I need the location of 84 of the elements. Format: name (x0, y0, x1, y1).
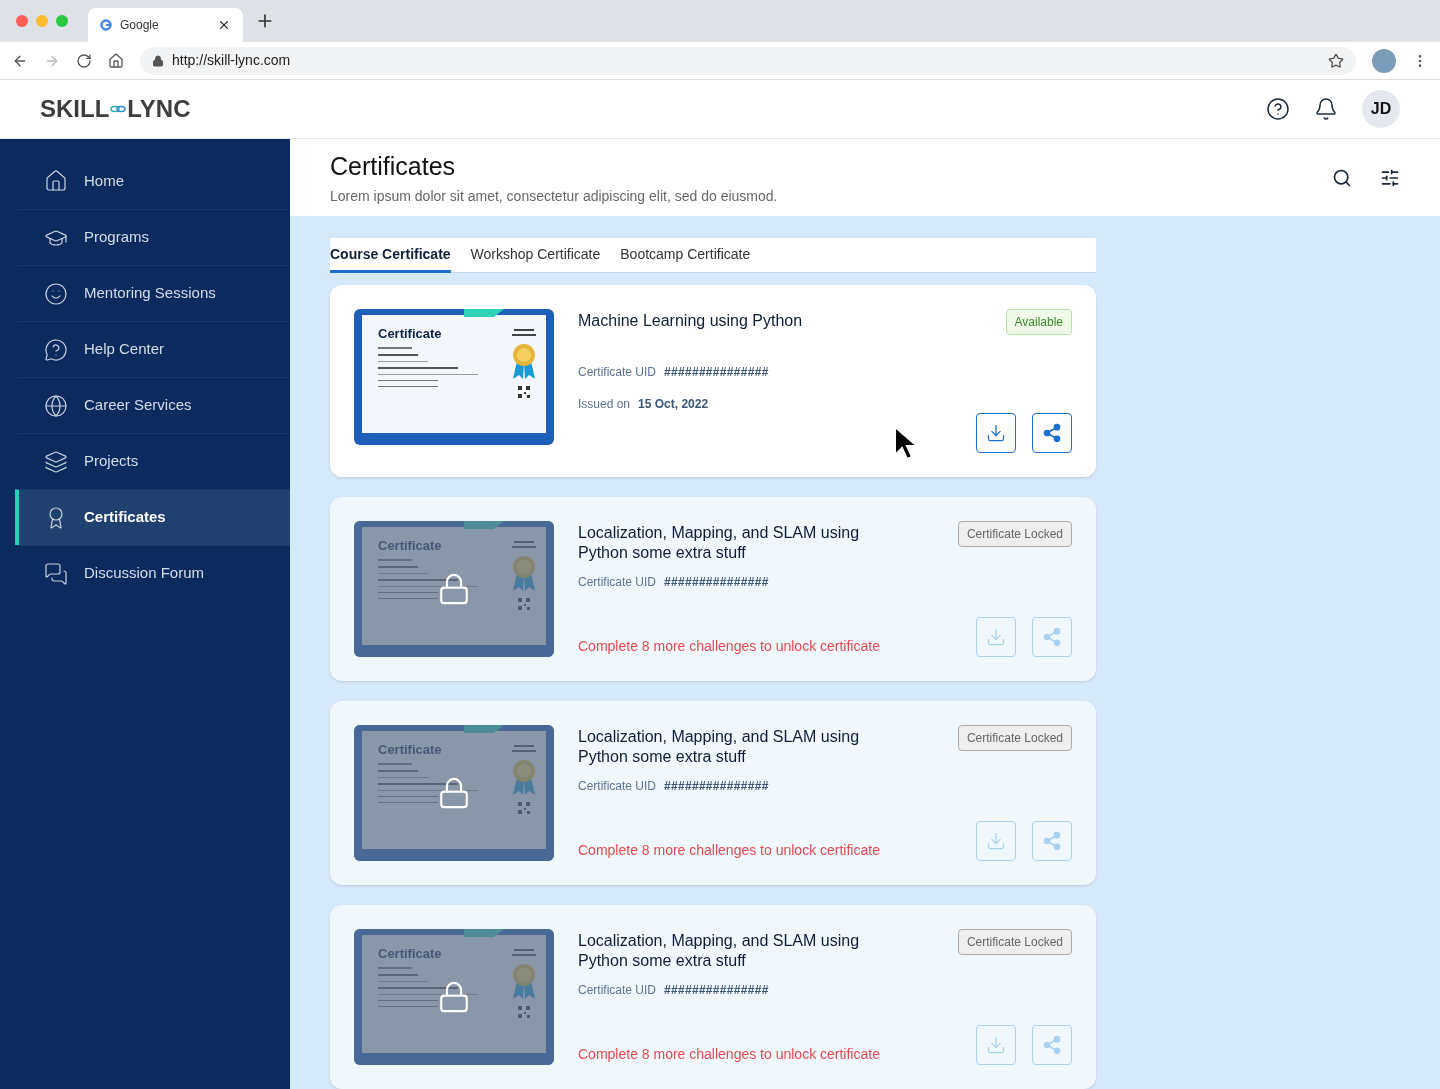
url-text: http://skill-lync.com (172, 51, 292, 70)
sidebar-item-icon (44, 281, 68, 306)
sidebar-item-label: Projects (84, 451, 139, 472)
bookmark-star-icon[interactable] (1328, 52, 1344, 69)
unlock-hint: Complete 8 more challenges to unlock certificate (578, 637, 880, 656)
sidebar-item-label: Certificates (84, 507, 166, 528)
page-title: Certificates (330, 151, 457, 183)
issued-label: Issued on (578, 396, 631, 413)
certificate-tab[interactable]: Course Certificate (330, 238, 451, 273)
sidebar-item-icon (44, 393, 68, 418)
uid-value: ############### (664, 574, 769, 591)
close-icon[interactable] (217, 18, 231, 32)
sidebar-item-label: Career Services (84, 395, 192, 416)
tab-title: Google (120, 17, 160, 34)
certificate-title: Localization, Mapping, and SLAM using Python some extra stuff (578, 727, 861, 767)
uid-label: Certificate UID (578, 778, 657, 795)
download-button[interactable] (976, 413, 1016, 453)
certificate-title: Localization, Mapping, and SLAM using Python some extra stuff (578, 523, 861, 563)
share-icon (1042, 423, 1062, 443)
status-badge: Certificate Locked (957, 725, 1072, 751)
sidebar-item-label: Help Center (84, 339, 165, 360)
status-badge: Certificate Locked (957, 929, 1072, 955)
brand-lines-icon (512, 329, 536, 337)
sidebar-item[interactable]: Discussion Forum (15, 545, 290, 601)
lock-icon (437, 572, 471, 606)
download-icon (986, 627, 1006, 647)
sidebar-item[interactable]: Career Services (15, 377, 290, 433)
certificate-heading: Certificate (378, 539, 443, 552)
help-icon[interactable] (1266, 97, 1290, 121)
reload-icon[interactable] (76, 52, 92, 69)
notification-bell-icon[interactable] (1314, 97, 1338, 121)
lock-icon (152, 54, 164, 67)
qr-code-icon (517, 385, 531, 399)
sidebar-item-label: Mentoring Sessions (84, 283, 216, 304)
sidebar-item[interactable]: Certificates (15, 489, 290, 545)
corner-stripe-icon (464, 309, 504, 317)
uid-label: Certificate UID (578, 364, 657, 381)
sidebar-item[interactable]: Help Center (15, 321, 290, 377)
browser-tab[interactable]: Google (88, 8, 243, 42)
download-icon (986, 423, 1006, 443)
logo[interactable]: SKILL LYNC (40, 91, 191, 127)
home-icon[interactable] (108, 52, 124, 69)
certificate-heading: Certificate (378, 947, 443, 960)
sidebar-item[interactable]: Home (15, 153, 290, 209)
sidebar-item-icon (44, 169, 68, 193)
lock-icon (437, 980, 471, 1014)
status-badge: Certificate Locked (957, 521, 1072, 547)
filter-icon[interactable] (1380, 167, 1400, 188)
sidebar-item[interactable]: Mentoring Sessions (15, 265, 290, 321)
user-avatar[interactable]: JD (1362, 90, 1400, 128)
share-icon (1042, 1035, 1062, 1055)
status-badge: Available (1005, 309, 1072, 335)
sidebar-item-label: Programs (84, 227, 150, 248)
certificate-heading: Certificate (378, 327, 443, 340)
certificate-tab[interactable]: Bootcamp Certificate (620, 238, 751, 273)
sidebar-item-icon (44, 449, 68, 474)
lock-icon (437, 776, 471, 810)
uid-label: Certificate UID (578, 574, 657, 591)
share-button[interactable] (1032, 413, 1072, 453)
sidebar-item-icon (44, 337, 68, 362)
sidebar-item[interactable]: Programs (15, 209, 290, 265)
certificate-title: Machine Learning using Python (578, 311, 803, 331)
sidebar-item-label: Home (84, 170, 124, 191)
certificate-tab[interactable]: Workshop Certificate (470, 238, 601, 273)
uid-value: ############### (664, 982, 769, 999)
g-logo-icon (100, 19, 112, 31)
download-icon (986, 831, 1006, 851)
certificate-title: Localization, Mapping, and SLAM using Python some extra stuff (578, 931, 861, 971)
page-subtitle: Lorem ipsum dolor sit amet, consectetur adipiscing elit, sed do eiusmod. (330, 186, 779, 206)
issued-date: 15 Oct, 2022 (638, 396, 709, 413)
profile-avatar[interactable] (1372, 48, 1396, 73)
uid-value: ############### (664, 364, 769, 381)
unlock-hint: Complete 8 more challenges to unlock certificate (578, 841, 880, 860)
unlock-hint: Complete 8 more challenges to unlock certificate (578, 1045, 880, 1064)
download-icon (986, 1035, 1006, 1055)
address-bar[interactable]: http://skill-lync.com (140, 46, 1356, 75)
sidebar-item-label: Discussion Forum (84, 563, 205, 584)
share-icon (1042, 627, 1062, 647)
share-icon (1042, 831, 1062, 851)
certificate-heading: Certificate (378, 743, 443, 756)
uid-label: Certificate UID (578, 982, 657, 999)
sidebar-item-icon (44, 561, 68, 586)
search-icon[interactable] (1332, 167, 1352, 188)
uid-value: ############### (664, 778, 769, 795)
